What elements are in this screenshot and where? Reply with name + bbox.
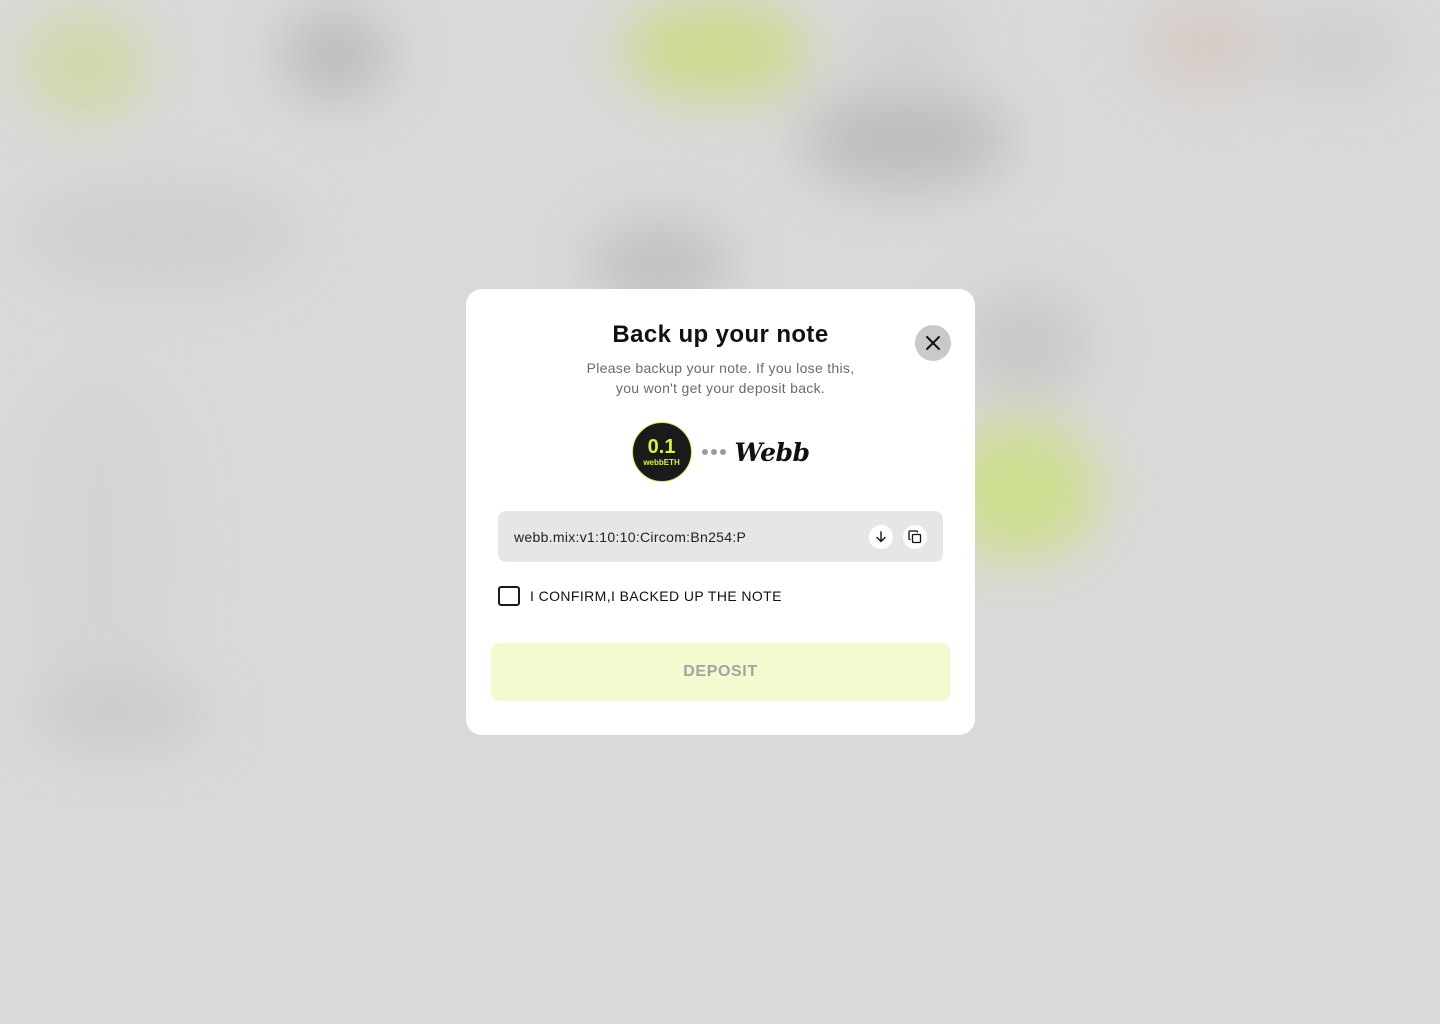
note-value[interactable]: webb.mix:v1:10:10:Circom:Bn254:P bbox=[514, 529, 859, 545]
background-blob bbox=[800, 90, 1010, 190]
token-badge: 0.1 webbETH bbox=[631, 422, 692, 482]
confirm-checkbox[interactable] bbox=[498, 586, 520, 606]
background-blob bbox=[20, 10, 150, 120]
backup-note-modal: Back up your note Please backup your not… bbox=[466, 289, 975, 735]
connector-dots-icon bbox=[701, 449, 726, 455]
token-symbol: webbETH bbox=[643, 457, 680, 467]
confirm-label[interactable]: I CONFIRM,I BACKED UP THE NOTE bbox=[530, 588, 782, 604]
modal-subtitle: Please backup your note. If you lose thi… bbox=[566, 358, 875, 398]
modal-title: Back up your note bbox=[612, 321, 829, 348]
background-blob bbox=[960, 290, 1090, 400]
close-button[interactable] bbox=[915, 325, 951, 361]
deposit-button[interactable]: DEPOSIT bbox=[491, 643, 950, 701]
modal-subtitle-line: Please backup your note. If you lose thi… bbox=[586, 360, 855, 376]
copy-note-button[interactable] bbox=[903, 524, 927, 549]
download-note-button[interactable] bbox=[869, 524, 893, 549]
background-blob bbox=[1270, 10, 1400, 90]
webb-logo: Webb bbox=[734, 437, 810, 467]
background-blob bbox=[850, 10, 970, 70]
background-blob bbox=[280, 10, 390, 100]
background-blob bbox=[20, 180, 300, 290]
background-blob bbox=[1140, 0, 1270, 90]
background-blob bbox=[20, 370, 180, 730]
note-field[interactable]: webb.mix:v1:10:10:Circom:Bn254:P bbox=[498, 511, 943, 562]
download-icon bbox=[876, 530, 886, 542]
token-row: 0.1 webbETH Webb bbox=[466, 421, 975, 483]
copy-icon bbox=[908, 529, 922, 543]
close-icon bbox=[926, 336, 940, 350]
background-blob bbox=[620, 0, 810, 100]
token-amount: 0.1 bbox=[647, 435, 676, 458]
modal-subtitle-line: you won't get your deposit back. bbox=[615, 380, 826, 396]
confirm-row: I CONFIRM,I BACKED UP THE NOTE bbox=[498, 586, 782, 606]
background-blob bbox=[30, 680, 210, 750]
